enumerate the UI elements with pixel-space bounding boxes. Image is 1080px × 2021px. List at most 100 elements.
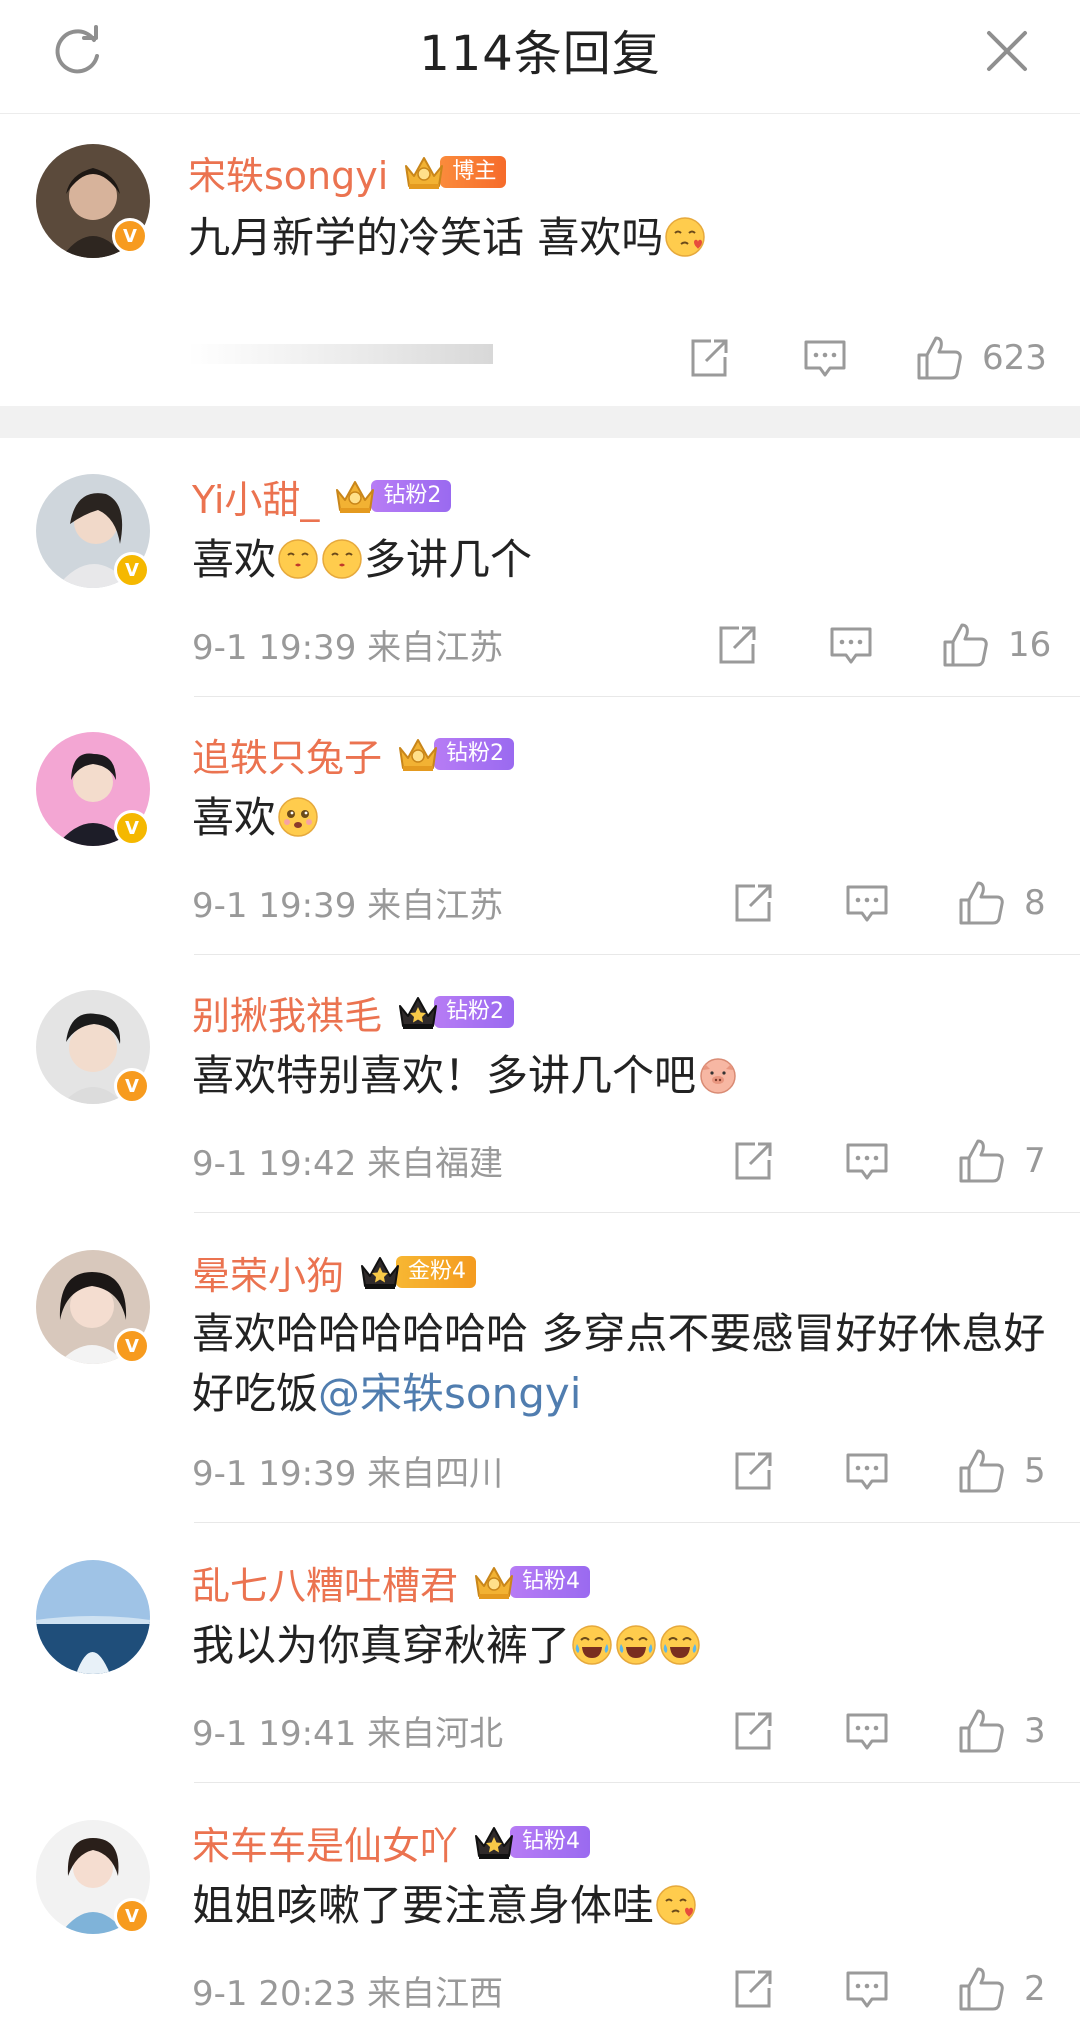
like-button[interactable]: 2: [956, 1961, 1046, 2017]
comment-author-row: 宋车车是仙女吖 钻粉4: [192, 1815, 591, 1870]
verified-badge-icon: V: [114, 810, 150, 846]
comment-text: 喜欢哈哈哈哈哈哈 多穿点不要感冒好好休息好好吃饭@宋轶songyi: [192, 1304, 1072, 1424]
post-text-content: 九月新学的冷笑话 喜欢吗: [188, 213, 664, 262]
comment-icon: [842, 1706, 892, 1756]
like-button[interactable]: 623: [914, 330, 1047, 386]
comment-actions: 7: [0, 1133, 1080, 1189]
divider: [194, 1522, 1080, 1523]
like-count: 2: [1024, 1969, 1046, 2009]
like-button[interactable]: 8: [956, 875, 1046, 931]
comment-text: 我以为你真穿秋裤了: [192, 1616, 702, 1676]
comment-username[interactable]: 乱七八糟吐槽君: [192, 1555, 458, 1610]
section-divider: [0, 406, 1080, 438]
comment-text-part: 我以为你真穿秋裤了: [192, 1621, 571, 1670]
like-button[interactable]: 5: [956, 1443, 1046, 1499]
comment-actions: 16: [0, 617, 1080, 673]
comment-username[interactable]: Yi小甜_: [192, 469, 319, 524]
like-button[interactable]: 3: [956, 1703, 1046, 1759]
comment-username[interactable]: 追轶只兔子: [192, 727, 382, 782]
badge-label: 钻粉4: [510, 1826, 591, 1858]
thumbs-up-icon: [940, 620, 990, 670]
share-button[interactable]: [728, 1133, 778, 1189]
mention-link[interactable]: @宋轶songyi: [318, 1369, 581, 1418]
comment-actions: 2: [0, 1961, 1080, 2017]
comment-actions: 5: [0, 1443, 1080, 1499]
laughing-emoji-icon: [571, 1624, 613, 1666]
kiss-emoji-icon: [277, 538, 319, 580]
post-actions: 623: [0, 330, 1080, 386]
badge-label: 钻粉2: [434, 996, 515, 1028]
share-button[interactable]: [712, 617, 762, 673]
comment-username[interactable]: 宋车车是仙女吖: [192, 1815, 458, 1870]
divider: [194, 696, 1080, 697]
comment-text: 喜欢: [192, 788, 320, 848]
share-icon: [728, 1964, 778, 2014]
avatar[interactable]: [36, 1560, 150, 1674]
like-count: 7: [1024, 1141, 1046, 1181]
share-icon: [728, 1706, 778, 1756]
divider: [194, 1212, 1080, 1213]
reply-button[interactable]: [842, 1961, 892, 2017]
thumbs-up-icon: [956, 1446, 1006, 1496]
reply-button[interactable]: [842, 875, 892, 931]
comment-text-part: 姐姐咳嗽了要注意身体哇: [192, 1881, 655, 1930]
like-count: 623: [982, 338, 1047, 378]
post-text: 九月新学的冷笑话 喜欢吗: [188, 208, 707, 268]
comment-icon: [842, 1136, 892, 1186]
verified-badge-icon: V: [112, 218, 148, 254]
fan-badge: 钻粉4: [472, 1822, 591, 1862]
badge-label: 金粉4: [396, 1256, 477, 1288]
pig-emoji-icon: [697, 1054, 739, 1096]
comment-icon: [842, 1964, 892, 2014]
comment-author-row: 晕荣小狗 金粉4: [192, 1245, 477, 1300]
share-button[interactable]: [728, 1443, 778, 1499]
crown-icon: [472, 1822, 516, 1862]
reply-button[interactable]: [842, 1443, 892, 1499]
like-button[interactable]: 7: [956, 1133, 1046, 1189]
comment-text-part: 喜欢: [192, 793, 277, 842]
author-badge: 博主: [402, 152, 507, 192]
share-icon: [728, 1446, 778, 1496]
comment-icon: [800, 333, 850, 383]
post-username[interactable]: 宋轶songyi: [188, 145, 388, 200]
thumbs-up-icon: [956, 1964, 1006, 2014]
comment-text: 喜欢特别喜欢！多讲几个吧: [192, 1046, 740, 1106]
fan-badge: 钻粉4: [472, 1562, 591, 1602]
reply-button[interactable]: [842, 1133, 892, 1189]
comment-text-part: 喜欢: [192, 535, 277, 584]
share-button[interactable]: [728, 875, 778, 931]
fan-badge: 钻粉2: [333, 478, 452, 514]
page-title: 114条回复: [419, 26, 661, 82]
comment-username[interactable]: 晕荣小狗: [192, 1245, 344, 1300]
crown-icon: [472, 1562, 516, 1602]
comment-text-part: 多讲几个: [364, 535, 533, 584]
thumbs-up-icon: [956, 878, 1006, 928]
share-button[interactable]: [728, 1961, 778, 2017]
badge-label: 钻粉2: [434, 738, 515, 770]
comment-author-row: Yi小甜_ 钻粉2: [192, 469, 452, 524]
thumbs-up-icon: [914, 333, 964, 383]
fan-badge: 钻粉2: [396, 994, 515, 1030]
crown-icon: [358, 1252, 402, 1292]
comment-text-part: 喜欢特别喜欢！多讲几个吧: [192, 1051, 697, 1100]
pleading-emoji-icon: [277, 796, 319, 838]
share-button[interactable]: [684, 330, 734, 386]
reply-button[interactable]: [826, 617, 876, 673]
heart-face-emoji-icon: [655, 1884, 697, 1926]
reply-button[interactable]: [842, 1703, 892, 1759]
laughing-emoji-icon: [615, 1624, 657, 1666]
comment-username[interactable]: 别揪我祺毛: [192, 985, 382, 1040]
fan-badge: 金粉4: [358, 1252, 477, 1292]
post-author-row: 宋轶songyi 博主: [188, 145, 507, 200]
laughing-emoji-icon: [659, 1624, 701, 1666]
share-button[interactable]: [728, 1703, 778, 1759]
verified-badge-icon: V: [114, 1068, 150, 1104]
like-count: 5: [1024, 1451, 1046, 1491]
close-icon[interactable]: [982, 26, 1032, 76]
share-icon: [728, 1136, 778, 1186]
crown-icon: [402, 152, 446, 192]
badge-label: 钻粉2: [371, 480, 452, 512]
like-button[interactable]: 16: [940, 617, 1051, 673]
share-icon: [684, 333, 734, 383]
reply-button[interactable]: [800, 330, 850, 386]
